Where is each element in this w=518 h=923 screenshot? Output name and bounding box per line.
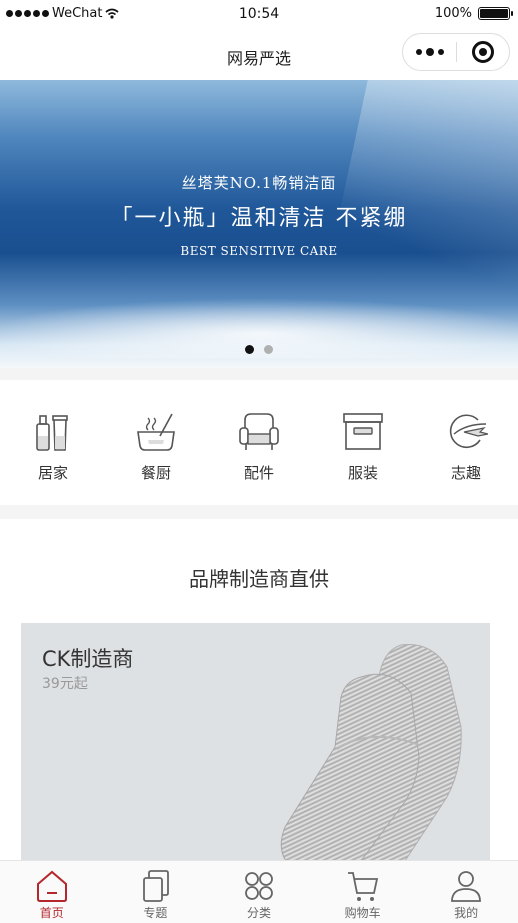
category-item-home[interactable]: 居家 <box>8 410 98 483</box>
tab-label: 我的 <box>454 906 479 920</box>
miniprogram-capsule <box>402 33 510 71</box>
banner-tagline: BEST SENSITIVE CARE <box>180 244 338 258</box>
status-bar: WeChat 10:54 100% <box>0 0 518 30</box>
home-goods-icon <box>36 415 68 451</box>
box-icon <box>343 413 383 450</box>
category-item-kitchen[interactable]: 餐厨 <box>111 410 201 483</box>
category-label: 配件 <box>243 464 274 482</box>
home-icon <box>36 870 67 902</box>
close-miniprogram-button[interactable] <box>457 34 509 70</box>
category-label: 居家 <box>37 464 68 482</box>
carousel-dot[interactable] <box>264 345 273 354</box>
sock-product-image <box>280 643 462 861</box>
kitchen-icon <box>137 413 175 451</box>
banner-carousel[interactable]: 丝塔芙NO.1畅销洁面 「一小瓶」温和清洁 不紧绷 BEST SENSITIVE… <box>0 80 518 368</box>
globe-plane-icon <box>449 414 489 449</box>
battery-icon <box>478 7 513 20</box>
category-nav: 居家 餐厨 配件 服装 志趣 <box>0 380 518 505</box>
category-label: 服装 <box>347 464 378 482</box>
tab-label: 首页 <box>39 906 64 920</box>
more-options-button[interactable] <box>403 34 456 70</box>
banner-subtitle: 丝塔芙NO.1畅销洁面 <box>181 174 337 192</box>
close-target-icon <box>471 41 494 63</box>
section-divider <box>0 368 518 380</box>
section-title[interactable]: 品牌制造商直供 <box>0 563 518 592</box>
brand-card[interactable]: CK制造商 39元起 <box>21 623 490 861</box>
banner-headline: 「一小瓶」温和清洁 不紧绷 <box>110 206 408 231</box>
brand-section: 品牌制造商直供 CK制造商 39元起 <box>0 519 518 861</box>
brand-price: 39元起 <box>42 676 88 692</box>
tab-topics[interactable]: 专题 <box>104 861 208 923</box>
battery-percent: 100% <box>434 6 472 21</box>
brand-name: CK制造商 <box>42 647 134 671</box>
tab-label: 分类 <box>246 906 271 920</box>
pages-icon <box>143 870 170 902</box>
tab-bar: 首页 专题 分类 购物车 我的 <box>0 860 518 923</box>
cart-icon <box>347 872 378 901</box>
category-item-apparel[interactable]: 服装 <box>318 410 408 483</box>
category-item-hobby[interactable]: 志趣 <box>421 410 511 483</box>
nav-bar: 网易严选 <box>0 30 518 80</box>
carousel-indicators <box>0 345 518 354</box>
section-divider <box>0 505 518 519</box>
category-item-accessories[interactable]: 配件 <box>214 410 304 483</box>
battery-status: 100% <box>434 6 513 21</box>
category-label: 餐厨 <box>140 464 171 482</box>
tab-profile[interactable]: 我的 <box>414 861 518 923</box>
tab-label: 专题 <box>143 906 168 920</box>
tab-cart[interactable]: 购物车 <box>311 861 415 923</box>
grid-icon <box>245 872 273 900</box>
tab-label: 购物车 <box>344 906 381 920</box>
tab-home[interactable]: 首页 <box>0 861 104 923</box>
armchair-icon <box>239 413 279 450</box>
carousel-dot[interactable] <box>245 345 254 354</box>
tab-categories[interactable]: 分类 <box>207 861 311 923</box>
user-icon <box>451 871 482 902</box>
category-label: 志趣 <box>450 464 481 482</box>
